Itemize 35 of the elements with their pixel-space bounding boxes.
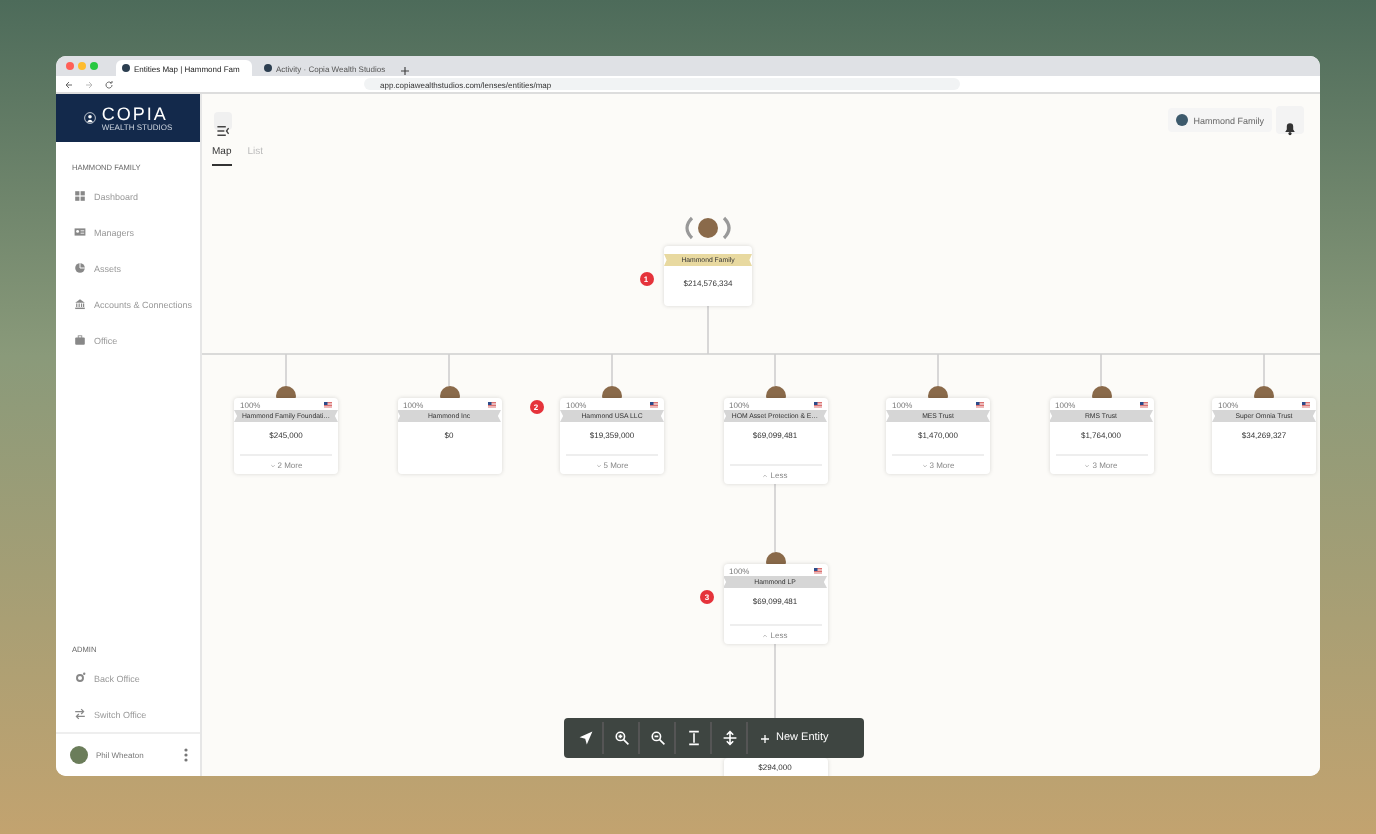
flag-icon: [813, 568, 821, 574]
fit-height-icon: [686, 730, 702, 746]
flag-icon: [650, 402, 658, 408]
bell-icon: [1282, 120, 1298, 136]
menu-icon: [216, 123, 230, 137]
flag-icon: [324, 402, 332, 408]
plus-icon[interactable]: [400, 66, 410, 76]
briefcase-icon: [74, 334, 86, 346]
family-avatar: [1175, 114, 1188, 126]
plus-icon: [760, 733, 770, 743]
move-vertical-icon: [722, 730, 738, 746]
notifications-button[interactable]: [1276, 106, 1304, 134]
connector-line: [774, 483, 776, 553]
gear-icon: [74, 672, 86, 684]
flag-icon: [813, 402, 821, 408]
user-avatar: [70, 746, 88, 764]
swap-arrows-icon: [74, 708, 86, 720]
back-arrow-icon[interactable]: [64, 79, 74, 89]
grid-icon: [74, 190, 86, 202]
emblem-icon: [83, 112, 96, 124]
zoom-out-icon: [650, 730, 666, 746]
id-card-icon: [74, 226, 86, 238]
reload-icon[interactable]: [104, 79, 114, 89]
zoom-in-icon: [614, 730, 630, 746]
flag-icon: [976, 402, 984, 408]
flag-icon: [1302, 402, 1310, 408]
pie-chart-icon: [74, 262, 86, 274]
bank-icon: [74, 298, 86, 310]
flag-icon: [1139, 402, 1147, 408]
navigation-arrow-icon: [578, 730, 594, 746]
entity-avatar: [698, 218, 718, 238]
laurel-icon: [680, 216, 736, 240]
connector-line: [774, 643, 776, 719]
logo-text: COPIA: [101, 105, 170, 121]
flag-icon: [487, 402, 495, 408]
